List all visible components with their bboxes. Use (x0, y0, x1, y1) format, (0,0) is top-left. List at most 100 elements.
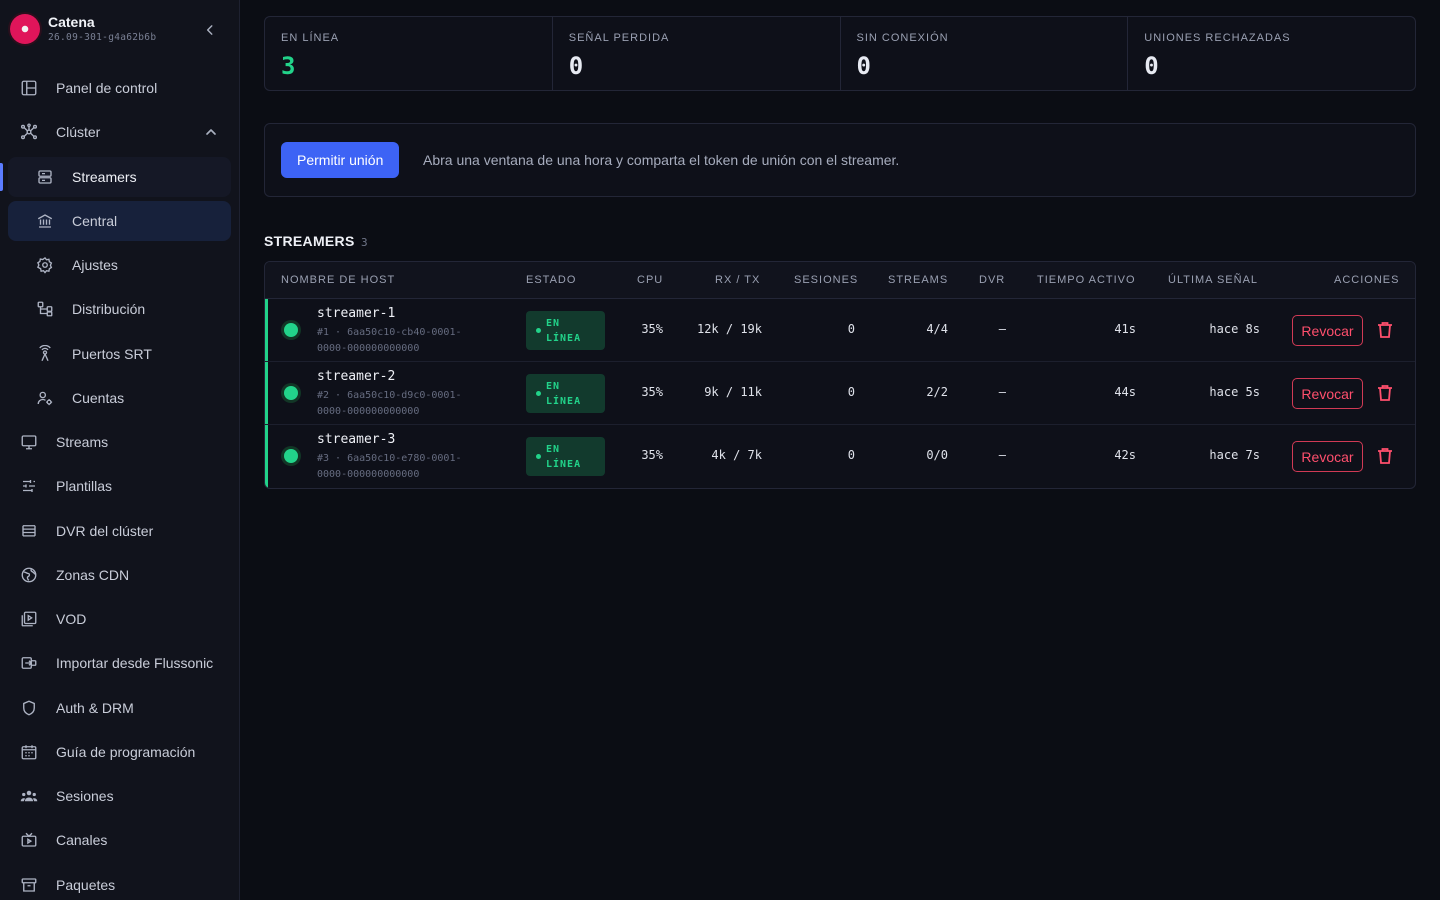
trash-icon[interactable] (1377, 447, 1393, 465)
globe-icon (21, 567, 37, 583)
dvr-value: — (998, 322, 1006, 336)
sidebar-item-streamers[interactable]: Streamers (8, 157, 231, 197)
sidebar-item-dvr[interactable]: DVR del clúster (8, 511, 231, 551)
chevron-up-icon (206, 129, 216, 135)
sidebar-item-ajustes[interactable]: Ajustes (8, 245, 231, 285)
stat-label: SEÑAL PERDIDA (568, 32, 670, 44)
antenna-icon (39, 345, 51, 362)
storage-icon (22, 525, 36, 537)
sidebar-item-label: Clúster (56, 124, 101, 140)
status-text: EN LÍNEA (546, 444, 582, 470)
sidebar-item-paquetes[interactable]: Paquetes (8, 865, 231, 900)
last-signal-value: hace 8s (1209, 322, 1260, 336)
collapse-sidebar-button[interactable] (198, 18, 222, 42)
revoke-button[interactable]: Revocar (1292, 441, 1363, 472)
sidebar-item-puertos-srt[interactable]: Puertos SRT (8, 334, 231, 374)
online-dot-icon (284, 323, 298, 337)
sessions-value: 0 (847, 448, 855, 462)
sidebar-item-streams[interactable]: Streams (8, 422, 231, 462)
online-dot-icon (284, 449, 298, 463)
col-uptime[interactable]: TIEMPO ACTIVO (1037, 274, 1136, 286)
server-icon (38, 170, 52, 184)
stat-signal-lost: SEÑAL PERDIDA 0 (553, 17, 841, 90)
sidebar-item-label: Auth & DRM (56, 700, 134, 716)
streamers-table: NOMBRE DE HOST ESTADO CPU RX / TX SESION… (264, 261, 1416, 489)
sidebar-item-distribucion[interactable]: Distribución (8, 289, 231, 329)
sidebar-item-label: Streamers (72, 169, 137, 185)
status-bar (265, 299, 268, 361)
sessions-value: 0 (847, 385, 855, 399)
rxtx-value: 12k / 19k (696, 322, 762, 336)
allow-join-button[interactable]: Permitir unión (281, 142, 400, 178)
sidebar-item-guia[interactable]: Guía de programación (8, 732, 231, 772)
video-library-icon (21, 611, 37, 627)
col-rxtx[interactable]: RX / TX (715, 274, 760, 286)
host-name: streamer-1 (317, 306, 396, 321)
streams-value: 4/4 (926, 322, 948, 336)
table-header: NOMBRE DE HOST ESTADO CPU RX / TX SESION… (265, 262, 1415, 299)
sidebar-item-panel[interactable]: Panel de control (8, 68, 231, 108)
import-icon (21, 657, 37, 669)
col-streams[interactable]: STREAMS (888, 274, 948, 286)
col-last-signal[interactable]: ÚLTIMA SEÑAL (1168, 274, 1258, 286)
stat-value: 3 (281, 52, 296, 80)
sidebar-item-label: Distribución (72, 301, 146, 317)
trash-icon[interactable] (1377, 384, 1393, 402)
col-host[interactable]: NOMBRE DE HOST (281, 274, 395, 286)
sidebar-item-vod[interactable]: VOD (8, 599, 231, 639)
stat-label: SIN CONEXIÓN (856, 32, 949, 44)
monitor-icon (21, 435, 37, 450)
stats-bar: EN LÍNEA 3 SEÑAL PERDIDA 0 SIN CONEXIÓN … (264, 16, 1416, 91)
sidebar-item-label: DVR del clúster (56, 523, 154, 539)
host-id: #1 · 6aa50c10-cb40-0001-0000-00000000000… (317, 327, 462, 354)
status-bar (265, 425, 268, 488)
col-status[interactable]: ESTADO (526, 274, 576, 286)
sidebar-item-plantillas[interactable]: Plantillas (8, 466, 231, 506)
status-badge: EN LÍNEA (526, 374, 605, 413)
trash-icon[interactable] (1377, 321, 1393, 339)
sidebar-item-zonas-cdn[interactable]: Zonas CDN (8, 555, 231, 595)
dvr-value: — (998, 385, 1006, 399)
cpu-value: 35% (641, 322, 663, 336)
sidebar-item-auth-drm[interactable]: Auth & DRM (8, 688, 231, 728)
sidebar-item-label: Zonas CDN (56, 567, 130, 583)
status-text: EN LÍNEA (546, 381, 582, 407)
brand: Catena 26.09-301-g4a62b6b (10, 12, 230, 46)
stat-value: 0 (568, 52, 584, 80)
table-row[interactable]: streamer-2 #2 · 6aa50c10-d9c0-0001-0000-… (265, 362, 1415, 425)
sidebar-item-label: Importar desde Flussonic (56, 655, 214, 671)
sidebar-item-canales[interactable]: Canales (8, 820, 231, 860)
sidebar-item-importar[interactable]: Importar desde Flussonic (8, 643, 231, 683)
sidebar-item-cluster[interactable]: Clúster (8, 112, 231, 152)
catena-logo-icon (10, 14, 40, 44)
sidebar-item-cuentas[interactable]: Cuentas (8, 378, 231, 418)
app-version: 26.09-301-g4a62b6b (48, 32, 157, 43)
rxtx-value: 9k / 11k (704, 385, 762, 399)
table-row[interactable]: streamer-1 #1 · 6aa50c10-cb40-0001-0000-… (265, 299, 1415, 362)
sidebar-item-label: Paquetes (56, 877, 116, 893)
status-text: EN LÍNEA (546, 318, 582, 344)
status-dot-icon (536, 391, 541, 396)
last-signal-value: hace 7s (1209, 448, 1260, 462)
sidebar-item-sesiones[interactable]: Sesiones (8, 776, 231, 816)
table-row[interactable]: streamer-3 #3 · 6aa50c10-e780-0001-0000-… (265, 425, 1415, 488)
sidebar-item-label: Panel de control (56, 80, 158, 96)
chevron-left-icon (206, 25, 213, 35)
app-name: Catena (48, 14, 95, 30)
host-id: #2 · 6aa50c10-d9c0-0001-0000-00000000000… (317, 390, 462, 417)
join-description: Abra una ventana de una hora y comparta … (423, 152, 900, 168)
section-count: 3 (361, 236, 368, 249)
sidebar-item-label: Puertos SRT (72, 346, 152, 362)
revoke-button[interactable]: Revocar (1292, 378, 1363, 409)
status-dot-icon (536, 328, 541, 333)
sidebar-item-label: Plantillas (56, 478, 113, 494)
col-dvr[interactable]: DVR (979, 274, 1005, 286)
col-cpu[interactable]: CPU (637, 274, 663, 286)
stat-rejected: UNIONES RECHAZADAS 0 (1128, 17, 1415, 90)
sidebar-item-central[interactable]: Central (8, 201, 231, 241)
calendar-icon (21, 745, 37, 760)
shield-icon (23, 700, 35, 716)
revoke-button[interactable]: Revocar (1292, 315, 1363, 346)
col-sessions[interactable]: SESIONES (794, 274, 858, 286)
section-title: STREAMERS (264, 233, 355, 249)
